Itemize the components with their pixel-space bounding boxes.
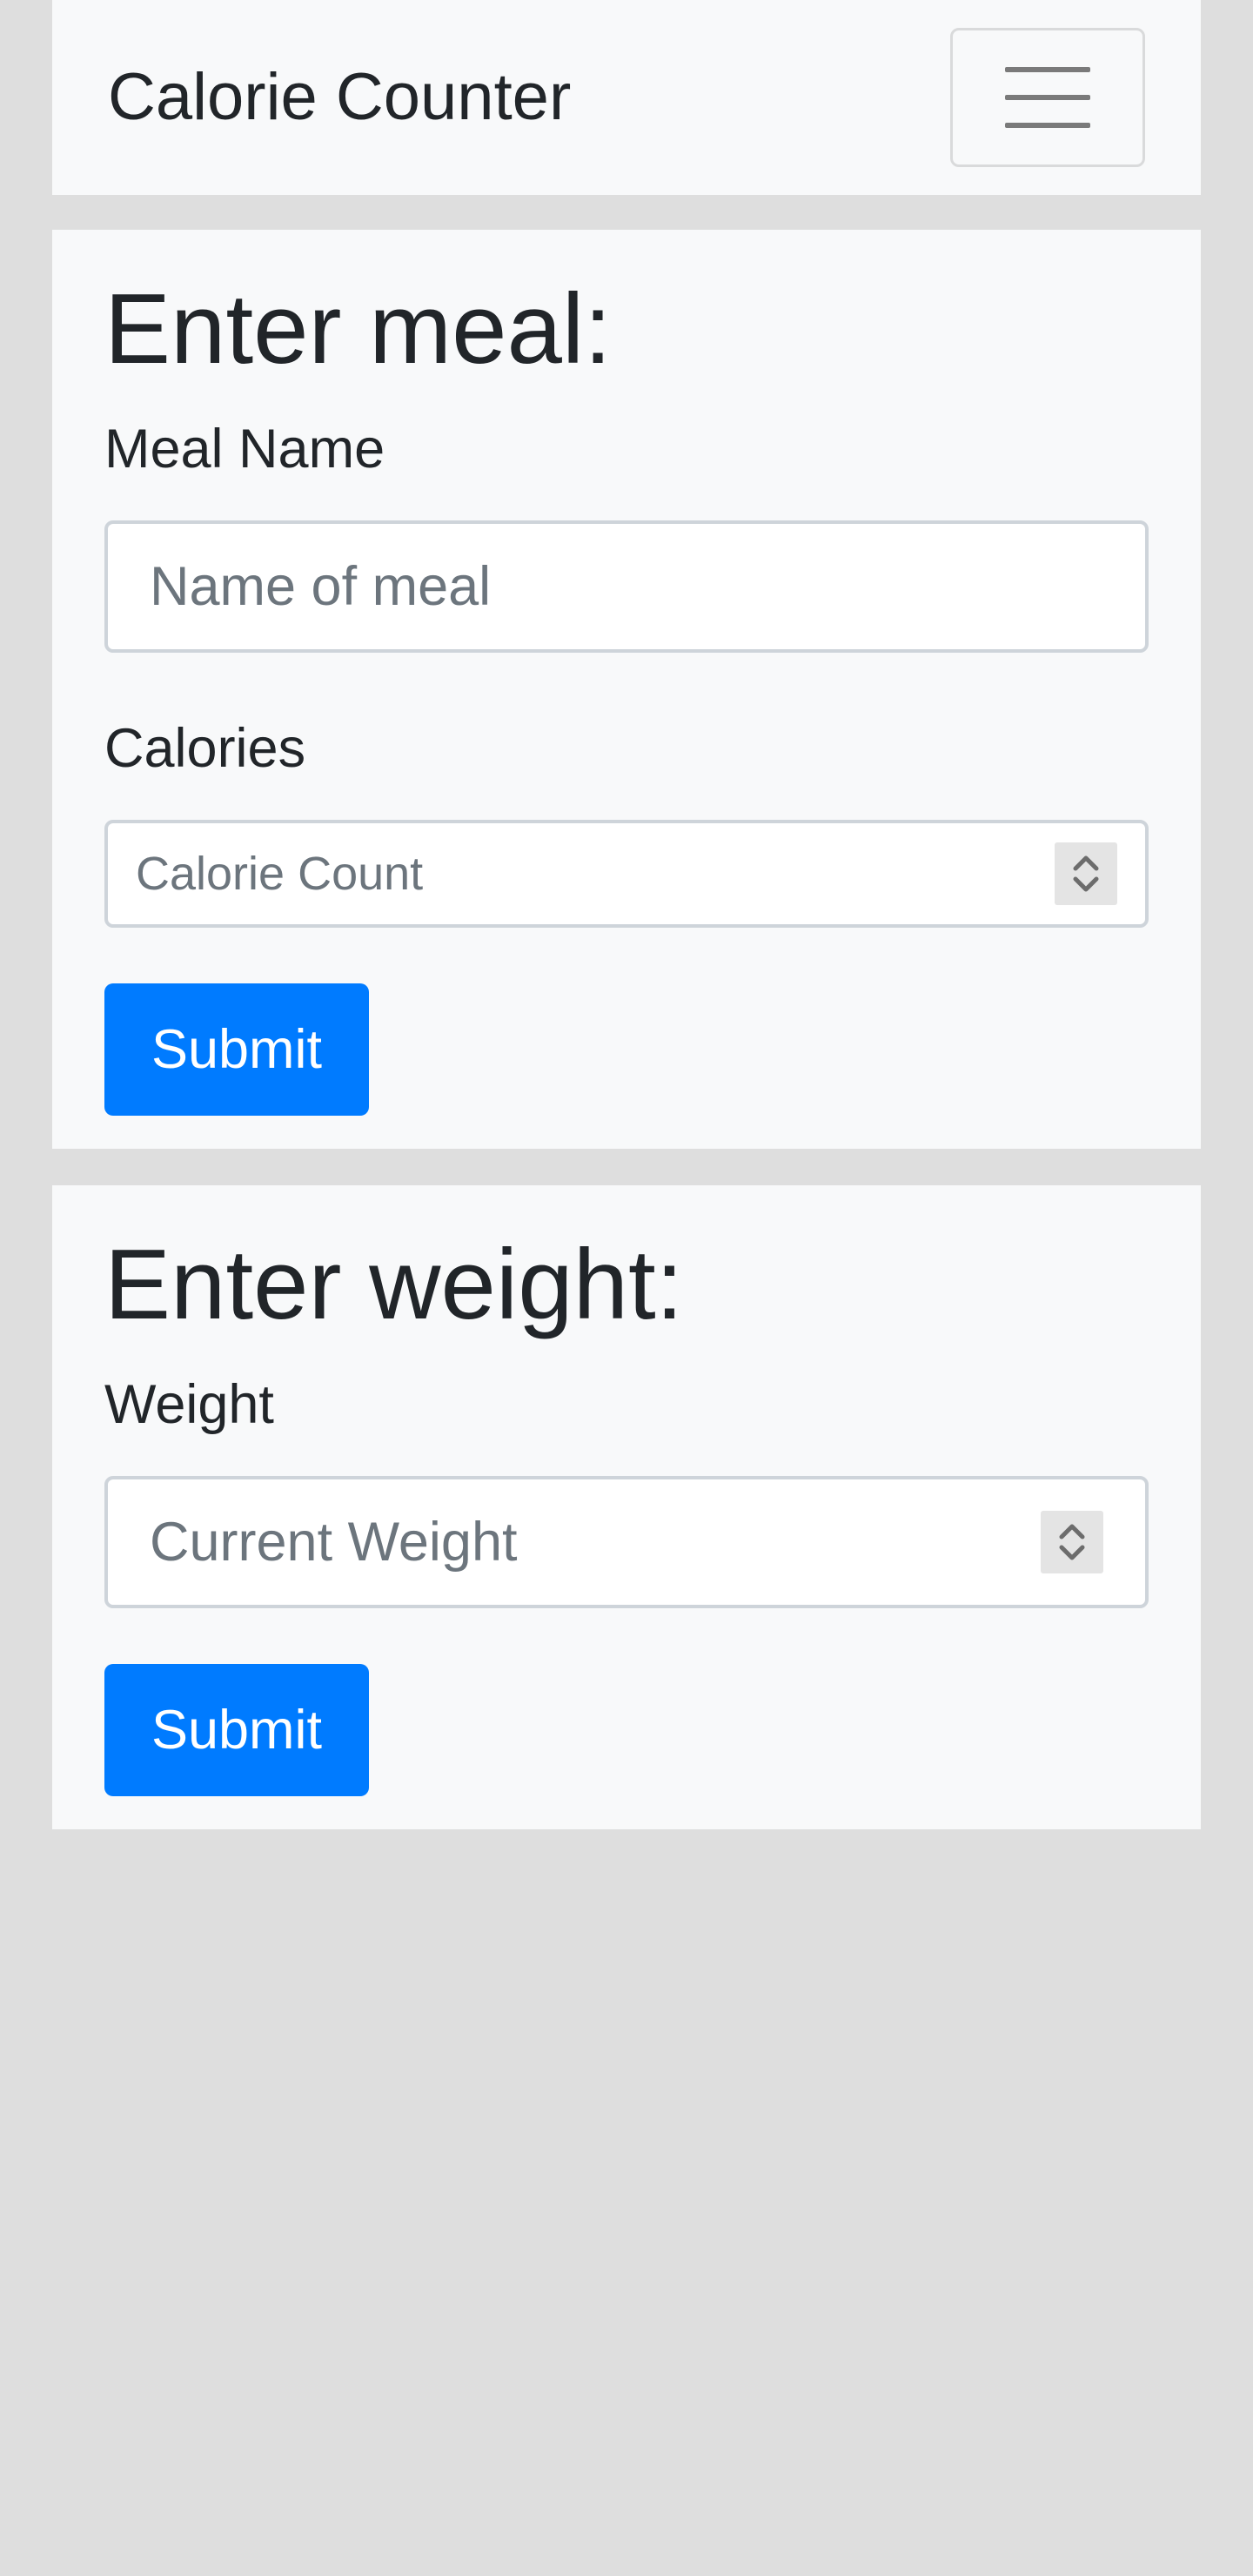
- weight-spinner-arrows-icon[interactable]: [1041, 1511, 1103, 1573]
- hamburger-menu-icon: [1005, 67, 1090, 72]
- hamburger-menu-icon: [1005, 95, 1090, 100]
- calories-input[interactable]: [104, 820, 1149, 928]
- weight-input[interactable]: [104, 1476, 1149, 1608]
- weight-submit-button[interactable]: Submit: [104, 1664, 369, 1796]
- meal-name-label: Meal Name: [104, 419, 385, 480]
- calories-spinner-arrows-icon[interactable]: [1055, 842, 1117, 905]
- meal-name-input[interactable]: [104, 520, 1149, 653]
- meal-submit-button[interactable]: Submit: [104, 983, 369, 1116]
- calories-label: Calories: [104, 718, 306, 779]
- meal-form-heading: Enter meal:: [104, 274, 612, 385]
- navbar-brand[interactable]: Calorie Counter: [108, 57, 571, 138]
- weight-label: Weight: [104, 1374, 274, 1435]
- navbar: Calorie Counter: [52, 0, 1201, 195]
- weight-form-card: Enter weight: Weight Submit: [52, 1185, 1201, 1829]
- meal-form-card: Enter meal: Meal Name Calories Submit: [52, 230, 1201, 1149]
- weight-form-heading: Enter weight:: [104, 1230, 684, 1340]
- navbar-toggler-button[interactable]: [950, 28, 1145, 167]
- hamburger-menu-icon: [1005, 123, 1090, 128]
